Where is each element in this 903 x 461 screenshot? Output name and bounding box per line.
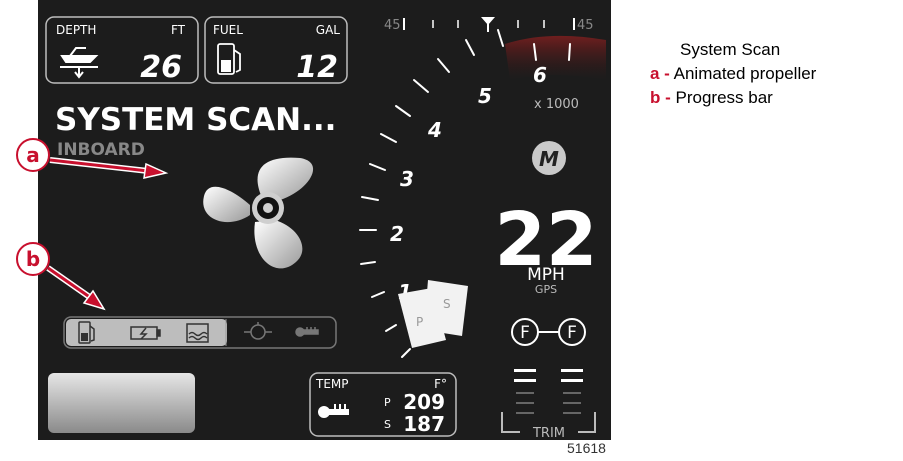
depth-unit: FT xyxy=(171,23,186,37)
rpm-multiplier: x 1000 xyxy=(534,97,579,112)
status-subtitle: INBOARD xyxy=(57,140,145,160)
temp-port-label: P xyxy=(384,396,391,409)
mercury-logo: M xyxy=(532,141,566,175)
figure-id: 51618 xyxy=(567,440,606,456)
speed-readout: 22 MPH GPS xyxy=(495,197,598,296)
fuel-label: FUEL xyxy=(213,23,243,37)
temp-label: TEMP xyxy=(315,377,349,391)
temp-starboard-value: 187 xyxy=(403,412,445,436)
fuel-state-left: F xyxy=(520,323,530,343)
rpm-number-4: 4 xyxy=(427,118,442,142)
temp-unit: F° xyxy=(434,377,447,391)
temp-port-value: 209 xyxy=(403,390,445,414)
fuel-state-right: F xyxy=(567,323,577,343)
legend-key: b - xyxy=(650,88,671,107)
temp-starboard-label: S xyxy=(384,418,391,431)
rpm-number-3: 3 xyxy=(400,167,414,191)
speed-unit: MPH xyxy=(527,265,565,285)
port-tab-label: P xyxy=(416,315,423,329)
legend-key: a - xyxy=(650,64,670,83)
starboard-tab-label: S xyxy=(443,297,451,311)
rpm-number-6: 6 xyxy=(533,63,547,87)
speed-source: GPS xyxy=(535,283,557,296)
fuel-value: 12 xyxy=(296,50,338,85)
callout-b-label: b xyxy=(26,247,40,271)
legend-desc: Progress bar xyxy=(675,88,773,107)
depth-value: 26 xyxy=(140,50,182,85)
temp-readout: TEMP F° P 209 S 187 xyxy=(309,372,457,437)
rpm-number-2: 2 xyxy=(390,222,404,246)
legend-desc: Animated propeller xyxy=(673,64,817,83)
svg-text:M: M xyxy=(539,147,559,171)
depth-label: DEPTH xyxy=(56,23,96,37)
rpm-number-5: 5 xyxy=(478,84,492,108)
rpm-red-zone xyxy=(505,35,606,80)
trim-label: TRIM xyxy=(532,426,565,441)
trim-scale-right: 45 xyxy=(577,18,594,33)
legend-item-b: b - Progress bar xyxy=(650,88,773,108)
legend-item-a: a - Animated propeller xyxy=(650,64,816,84)
soft-key-button[interactable] xyxy=(48,373,195,433)
status-title: SYSTEM SCAN... xyxy=(55,102,336,138)
legend-title: System Scan xyxy=(680,40,781,59)
temperature-icon xyxy=(295,327,319,337)
fuel-unit: GAL xyxy=(316,23,341,37)
callout-a-label: a xyxy=(26,143,40,167)
trim-scale-left: 45 xyxy=(384,18,401,33)
